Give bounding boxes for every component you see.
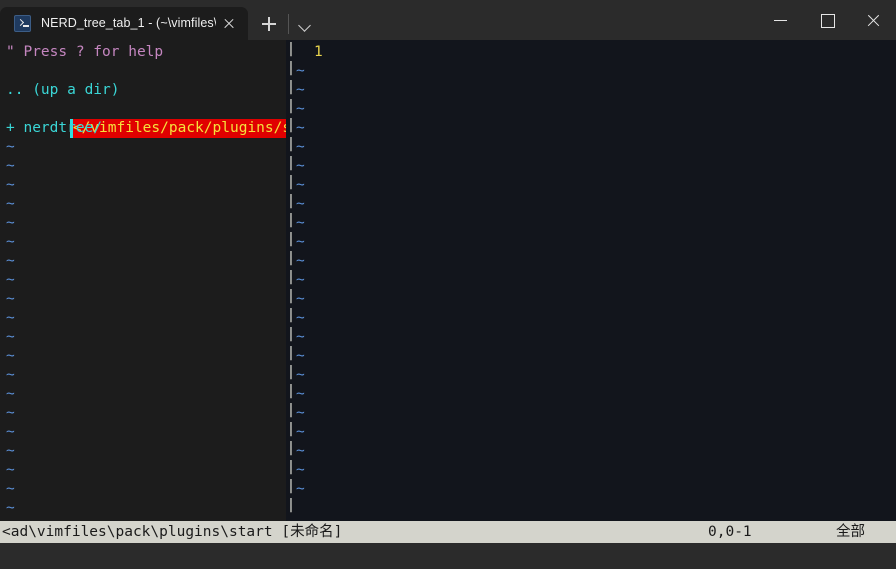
nerdtree-pane[interactable]: " Press ? for help .. (up a dir) </vimfi…: [0, 40, 335, 521]
split-separator-glyph: |: [286, 193, 296, 209]
tilde-filler-line: ~: [296, 196, 305, 212]
tilde-filler-line: ~: [6, 348, 15, 364]
window-controls: [758, 0, 896, 40]
terminal-window: NERD_tree_tab_1 - (~\vimfiles\ " Press ?…: [0, 0, 896, 569]
tilde-filler-line: ~: [296, 329, 305, 345]
tilde-filler-line: ~: [6, 215, 15, 231]
split-separator-glyph: |: [286, 478, 296, 494]
tilde-filler-line: ~: [6, 386, 15, 402]
tilde-filler-line: ~: [296, 367, 305, 383]
tilde-filler-line: ~: [6, 481, 15, 497]
tilde-filler-line: ~: [296, 139, 305, 155]
tilde-filler-line: ~: [296, 481, 305, 497]
tilde-filler-line: ~: [296, 253, 305, 269]
tilde-filler-line: ~: [6, 443, 15, 459]
vim-command-line[interactable]: [0, 543, 896, 569]
status-line: <ad\vimfiles\pack\plugins\start [未命名] 0,…: [0, 521, 896, 543]
status-file-path: <ad\vimfiles\pack\plugins\start [未命名]: [2, 524, 343, 540]
nerdtree-child-entry[interactable]: + nerdtree/: [6, 119, 102, 138]
chevron-down-icon[interactable]: [289, 7, 321, 40]
minimize-button[interactable]: [758, 0, 804, 40]
tilde-filler-line: ~: [296, 272, 305, 288]
tilde-filler-line: ~: [296, 177, 305, 193]
tilde-filler-line: ~: [6, 310, 15, 326]
tilde-filler-line: ~: [296, 215, 305, 231]
tilde-filler-line: ~: [296, 120, 305, 136]
terminal-content[interactable]: " Press ? for help .. (up a dir) </vimfi…: [0, 40, 896, 569]
tilde-filler-line: ~: [296, 63, 305, 79]
tilde-filler-line: ~: [296, 234, 305, 250]
tilde-filler-line: ~: [296, 348, 305, 364]
tilde-filler-line: ~: [6, 177, 15, 193]
tilde-filler-line: ~: [296, 82, 305, 98]
tilde-filler-line: ~: [6, 367, 15, 383]
tilde-filler-line: ~: [6, 272, 15, 288]
powershell-icon: [14, 15, 31, 32]
close-tab-icon[interactable]: [216, 11, 242, 37]
nerdtree-current-path-row[interactable]: </vimfiles/pack/plugins/start/: [0, 100, 335, 138]
split-separator-glyph: |: [286, 174, 296, 190]
split-separator-glyph: |: [286, 212, 296, 228]
split-separator-glyph: |: [286, 364, 296, 380]
split-separator-glyph: |: [286, 250, 296, 266]
split-separator-glyph: |: [286, 79, 296, 95]
split-separator-glyph: |: [286, 117, 296, 133]
vertical-split-separator[interactable]: | | | | | | | | | | | | | | | | | | | | | | | | |: [286, 40, 296, 521]
split-separator-glyph: |: [286, 98, 296, 114]
split-separator-glyph: |: [286, 497, 296, 513]
tilde-filler-line: ~: [296, 101, 305, 117]
tilde-filler-line: ~: [6, 329, 15, 345]
close-window-button[interactable]: [850, 0, 896, 40]
tilde-filler-line: ~: [6, 405, 15, 421]
split-separator-glyph: |: [286, 155, 296, 171]
tilde-filler-line: ~: [296, 462, 305, 478]
split-separator-glyph: |: [286, 440, 296, 456]
tab-strip: NERD_tree_tab_1 - (~\vimfiles\: [0, 0, 248, 40]
split-separator-glyph: |: [286, 383, 296, 399]
tilde-filler-line: ~: [6, 500, 15, 516]
split-separator-glyph: |: [286, 459, 296, 475]
split-separator-glyph: |: [286, 231, 296, 247]
nerdtree-help-hint: " Press ? for help: [6, 44, 164, 60]
tilde-filler-line: ~: [296, 158, 305, 174]
tilde-filler-line: ~: [296, 386, 305, 402]
split-separator-glyph: |: [286, 60, 296, 76]
maximize-button[interactable]: [804, 0, 850, 40]
tilde-filler-line: ~: [6, 291, 15, 307]
tilde-filler-line: ~: [6, 196, 15, 212]
split-separator-glyph: |: [286, 307, 296, 323]
split-separator-glyph: |: [286, 288, 296, 304]
status-cursor-position: 0,0-1: [708, 524, 752, 540]
split-separator-glyph: |: [286, 41, 296, 57]
new-tab-button[interactable]: [252, 7, 286, 40]
tilde-filler-line: ~: [6, 234, 15, 250]
status-scroll-state: 全部: [836, 524, 865, 540]
split-separator-glyph: |: [286, 269, 296, 285]
tilde-filler-line: ~: [6, 253, 15, 269]
tilde-filler-line: ~: [296, 291, 305, 307]
tilde-filler-line: ~: [296, 310, 305, 326]
split-separator-glyph: |: [286, 345, 296, 361]
tilde-filler-line: ~: [6, 158, 15, 174]
editor-line-number: 1: [314, 44, 323, 60]
tab-nerd-tree-tab-1[interactable]: NERD_tree_tab_1 - (~\vimfiles\: [0, 7, 248, 40]
tilde-filler-line: ~: [6, 139, 15, 155]
tilde-filler-line: ~: [296, 443, 305, 459]
tilde-filler-line: ~: [6, 462, 15, 478]
split-separator-glyph: |: [286, 402, 296, 418]
nerdtree-up-a-dir[interactable]: .. (up a dir): [6, 81, 120, 100]
tab-title: NERD_tree_tab_1 - (~\vimfiles\: [41, 16, 216, 30]
titlebar-drag-region[interactable]: [321, 0, 758, 40]
tilde-filler-line: ~: [296, 424, 305, 440]
editor-pane[interactable]: 1 ~ ~ ~ ~ ~ ~ ~ ~ ~ ~ ~ ~ ~ ~ ~ ~ ~ ~ ~ ~ ~ ~ ~: [286, 40, 896, 521]
tilde-filler-line: ~: [296, 405, 305, 421]
split-separator-glyph: |: [286, 136, 296, 152]
split-separator-glyph: |: [286, 421, 296, 437]
title-bar: NERD_tree_tab_1 - (~\vimfiles\: [0, 0, 896, 40]
tilde-filler-line: ~: [6, 424, 15, 440]
split-separator-glyph: |: [286, 326, 296, 342]
